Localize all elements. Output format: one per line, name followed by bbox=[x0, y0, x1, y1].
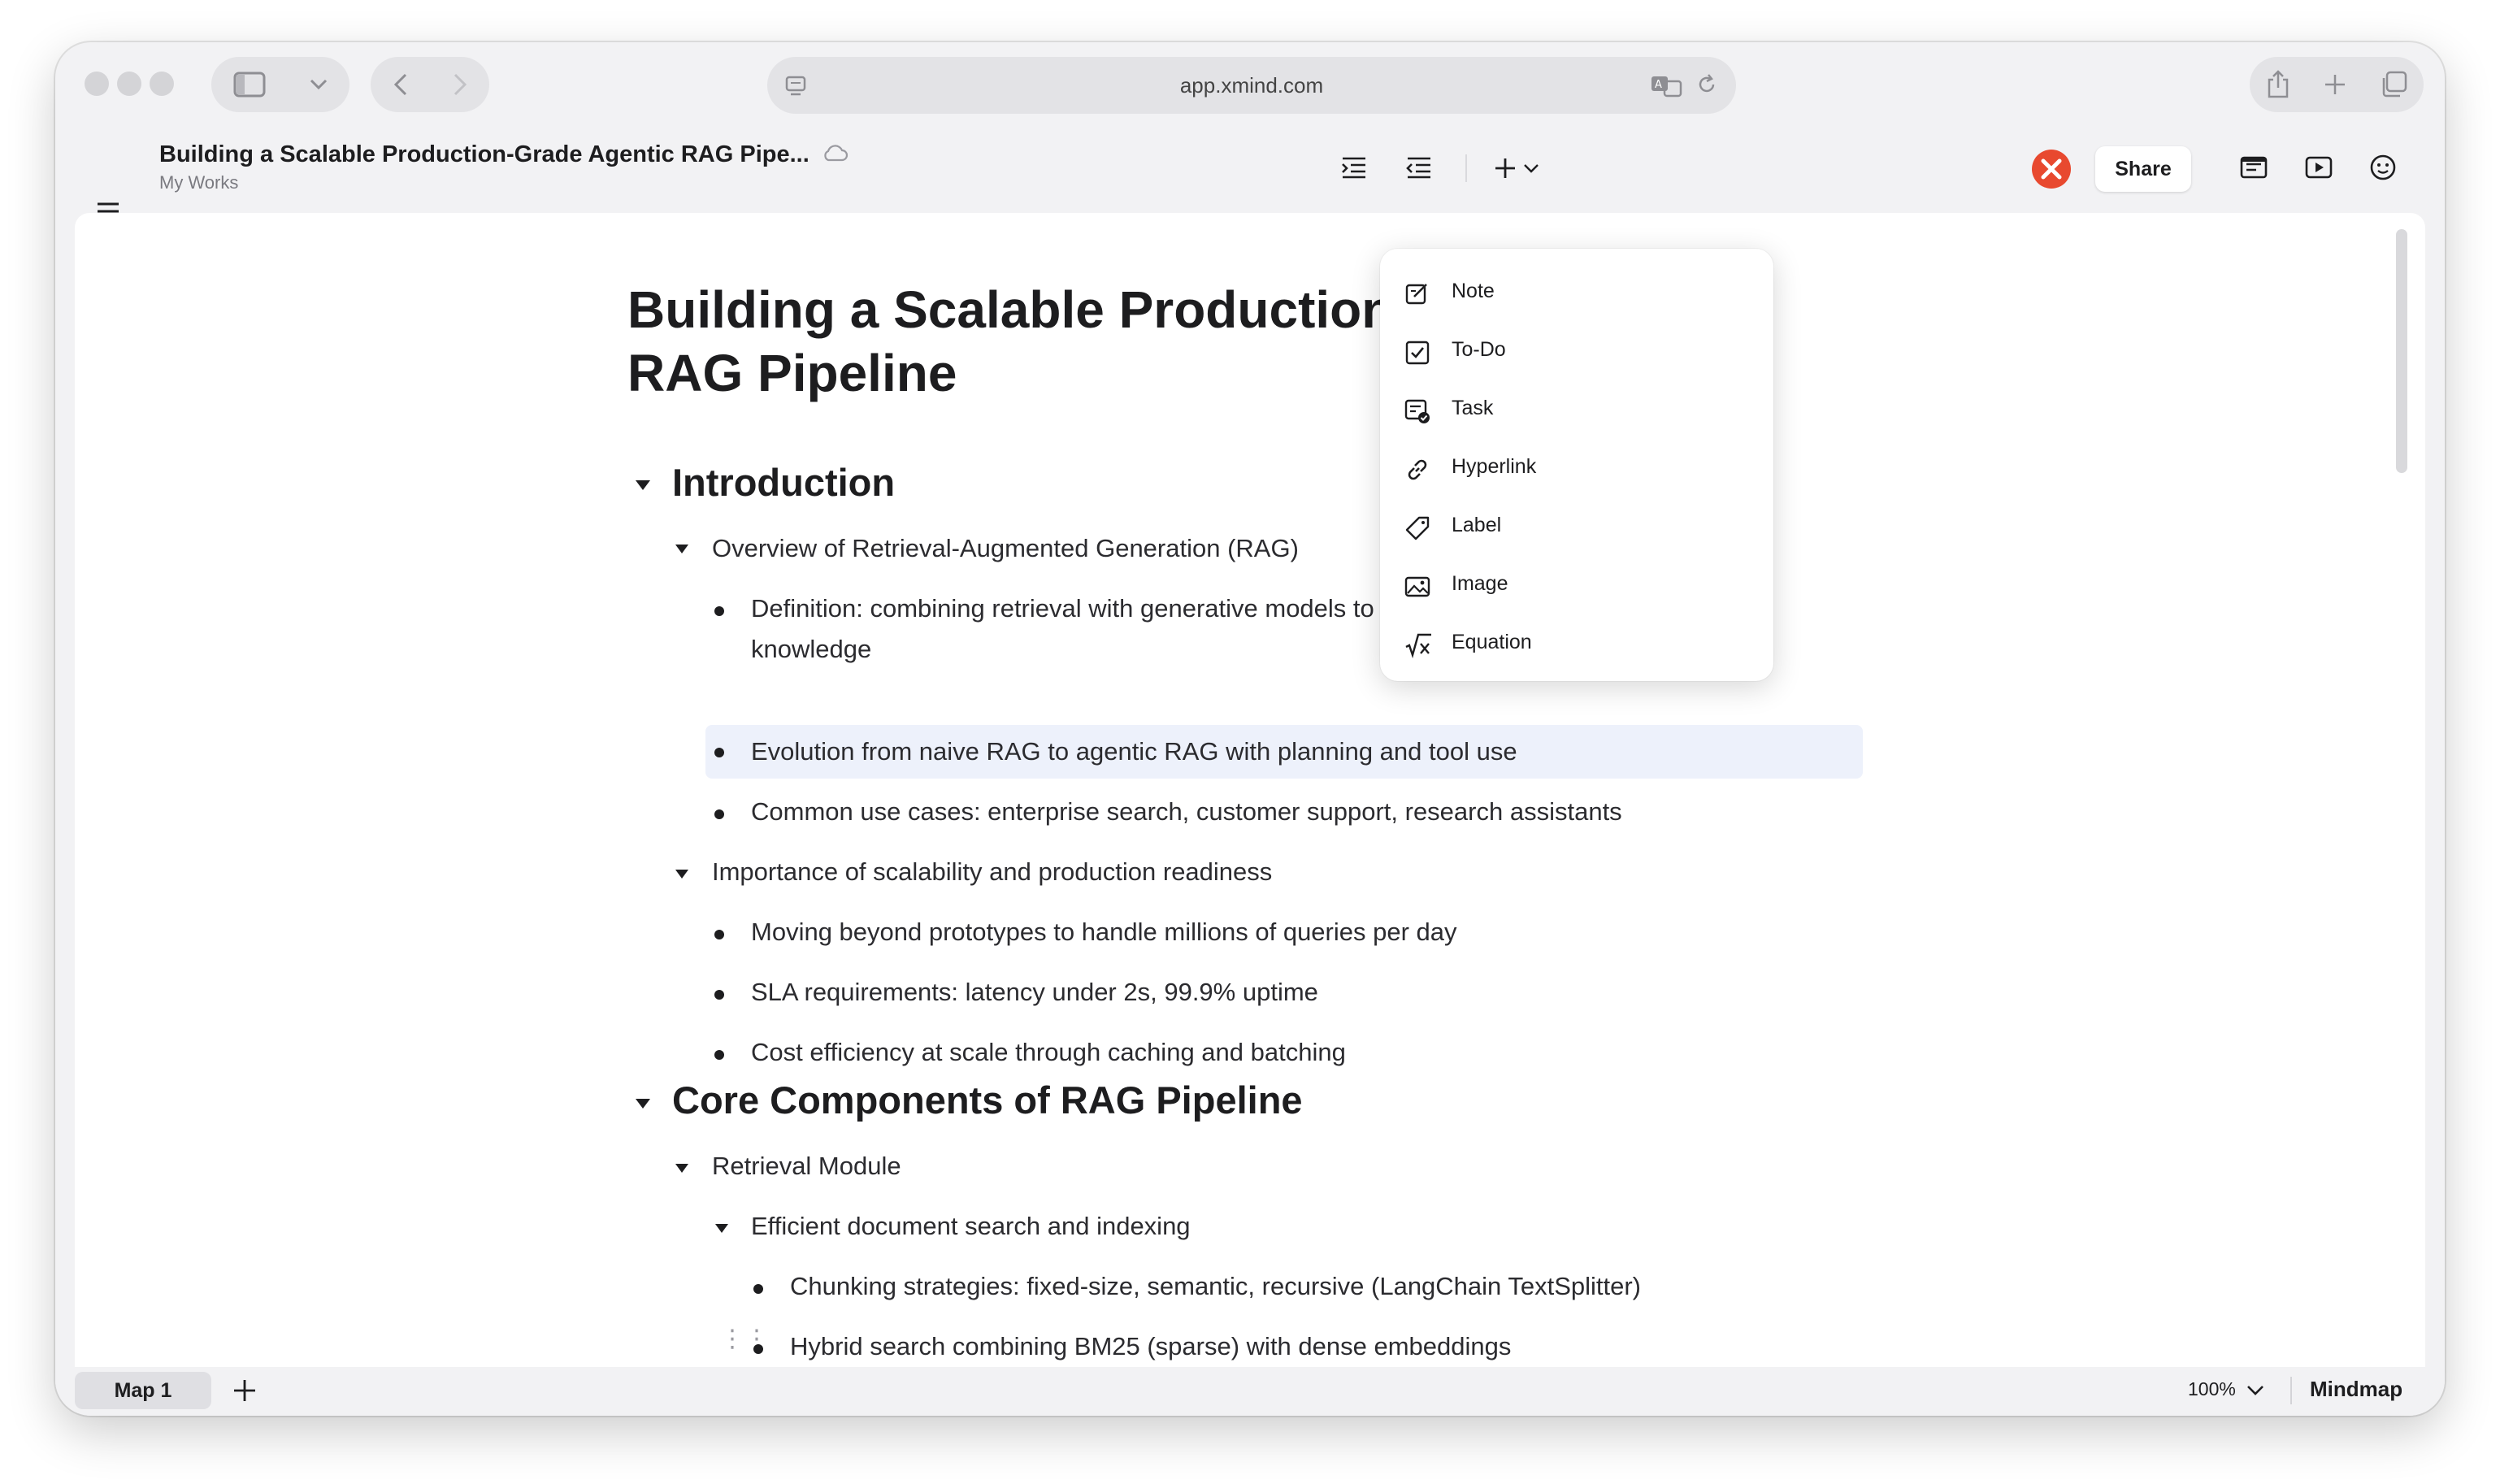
outline-item[interactable]: Moving beyond prototypes to handle milli… bbox=[751, 912, 1457, 952]
zoom-window-button[interactable] bbox=[150, 72, 174, 96]
outline-canvas[interactable]: Building a Scalable Production-Grade Age… bbox=[75, 213, 2425, 1367]
menu-item-label: Image bbox=[1452, 572, 1508, 595]
new-tab-icon[interactable] bbox=[2324, 73, 2346, 96]
outline-item[interactable]: Importance of scalability and production… bbox=[712, 852, 1272, 892]
svg-text:A: A bbox=[1655, 79, 1662, 91]
chevron-down-icon[interactable] bbox=[310, 79, 328, 90]
emoji-feedback-icon[interactable] bbox=[2370, 154, 2396, 180]
outline-item[interactable]: Common use cases: enterprise search, cus… bbox=[751, 792, 1622, 832]
breadcrumb[interactable]: My Works bbox=[159, 172, 238, 193]
translate-icon[interactable]: A bbox=[1650, 73, 1682, 103]
menu-item-label: Equation bbox=[1452, 631, 1532, 653]
address-bar[interactable]: app.xmind.com A bbox=[767, 57, 1736, 114]
footer-divider bbox=[2290, 1377, 2292, 1404]
checkbox-icon bbox=[1404, 340, 1430, 366]
sidebar-toggle-group[interactable] bbox=[211, 57, 349, 112]
menu-item-note[interactable]: Note bbox=[1380, 263, 1773, 322]
outline-item[interactable]: Overview of Retrieval-Augmented Generati… bbox=[712, 528, 1299, 569]
url-text: app.xmind.com bbox=[1179, 72, 1324, 98]
collapse-toggle-icon[interactable] bbox=[675, 545, 688, 553]
bullet-icon bbox=[714, 930, 724, 939]
menu-item-label[interactable]: Label bbox=[1380, 497, 1773, 556]
menu-item-label: Hyperlink bbox=[1452, 455, 1537, 478]
menu-item-todo[interactable]: To-Do bbox=[1380, 322, 1773, 380]
outline-item[interactable]: Evolution from naive RAG to agentic RAG … bbox=[751, 731, 1517, 772]
toolbar-divider bbox=[1465, 154, 1467, 182]
bullet-icon bbox=[714, 606, 724, 616]
reload-icon[interactable] bbox=[1695, 73, 1718, 102]
back-icon[interactable] bbox=[393, 73, 408, 96]
sqrt-icon bbox=[1404, 632, 1431, 659]
menu-item-equation[interactable]: Equation bbox=[1380, 614, 1773, 673]
collapse-toggle-icon[interactable] bbox=[715, 1224, 728, 1233]
collapse-toggle-icon[interactable] bbox=[675, 1164, 688, 1173]
link-icon bbox=[1404, 457, 1430, 483]
add-sheet-icon[interactable] bbox=[232, 1378, 257, 1407]
tab-overview-icon[interactable] bbox=[2380, 71, 2407, 98]
menu-item-task[interactable]: Task bbox=[1380, 380, 1773, 439]
bullet-icon bbox=[753, 1344, 763, 1354]
outline-item[interactable]: Efficient document search and indexing bbox=[751, 1206, 1191, 1247]
page-settings-icon[interactable] bbox=[785, 75, 806, 102]
note-icon bbox=[1404, 281, 1430, 307]
view-mode-toggle[interactable]: Mindmap bbox=[2310, 1377, 2402, 1402]
share-sheet-icon[interactable] bbox=[2266, 70, 2290, 99]
sheet-tab[interactable]: Map 1 bbox=[75, 1372, 211, 1409]
section-heading[interactable]: Core Components of RAG Pipeline bbox=[672, 1078, 1303, 1122]
image-icon bbox=[1404, 574, 1430, 600]
status-bar: Map 1 100% Mindmap bbox=[55, 1367, 2445, 1416]
menu-item-label: To-Do bbox=[1452, 338, 1506, 361]
menu-item-label: Note bbox=[1452, 280, 1495, 302]
outline-view-icon[interactable] bbox=[2240, 156, 2268, 179]
collapse-toggle-icon[interactable] bbox=[675, 870, 688, 879]
forward-icon[interactable] bbox=[453, 73, 467, 96]
browser-window: app.xmind.com A Building a Scalable Prod… bbox=[55, 42, 2445, 1416]
chevron-down-icon[interactable] bbox=[2246, 1385, 2264, 1400]
share-button[interactable]: Share bbox=[2095, 146, 2191, 192]
xmind-logo-icon[interactable] bbox=[2032, 150, 2071, 189]
outline-item-continuation[interactable]: knowledge bbox=[751, 629, 871, 670]
document-title[interactable]: Building a Scalable Production-Grade Age… bbox=[159, 141, 809, 168]
tag-icon bbox=[1404, 515, 1430, 541]
insert-dropdown-menu: Note To-Do Task Hyperlink Label Image Eq… bbox=[1380, 249, 1773, 681]
outdent-icon[interactable] bbox=[1406, 156, 1432, 179]
cloud-sync-icon bbox=[821, 143, 849, 163]
chevron-down-icon bbox=[1524, 164, 1539, 173]
history-nav-group bbox=[371, 57, 489, 112]
bullet-icon bbox=[714, 809, 724, 819]
outline-item[interactable]: Hybrid search combining BM25 (sparse) wi… bbox=[790, 1326, 1511, 1367]
menu-item-image[interactable]: Image bbox=[1380, 556, 1773, 614]
outline-item[interactable]: Cost efficiency at scale through caching… bbox=[751, 1032, 1346, 1073]
sidebar-icon[interactable] bbox=[233, 72, 266, 98]
menu-item-label-text: Label bbox=[1452, 514, 1502, 536]
zoom-level[interactable]: 100% bbox=[2188, 1378, 2236, 1400]
browser-actions-group bbox=[2250, 57, 2424, 112]
collapse-toggle-icon[interactable] bbox=[636, 480, 650, 490]
indent-icon[interactable] bbox=[1341, 156, 1367, 179]
outline-item[interactable]: SLA requirements: latency under 2s, 99.9… bbox=[751, 972, 1318, 1013]
menu-item-label: Task bbox=[1452, 397, 1494, 419]
vertical-scrollbar[interactable] bbox=[2396, 229, 2407, 473]
close-window-button[interactable] bbox=[85, 72, 109, 96]
outline-item[interactable]: Retrieval Module bbox=[712, 1146, 901, 1187]
bullet-icon bbox=[714, 748, 724, 757]
menu-item-hyperlink[interactable]: Hyperlink bbox=[1380, 439, 1773, 497]
bullet-icon bbox=[753, 1284, 763, 1294]
task-icon bbox=[1404, 398, 1430, 424]
outline-item[interactable]: Chunking strategies: fixed-size, semanti… bbox=[790, 1266, 1641, 1307]
insert-menu-button[interactable] bbox=[1495, 156, 1539, 180]
presentation-icon[interactable] bbox=[2305, 156, 2333, 179]
collapse-toggle-icon[interactable] bbox=[636, 1099, 650, 1109]
bullet-icon bbox=[714, 990, 724, 1000]
minimize-window-button[interactable] bbox=[117, 72, 141, 96]
bullet-icon bbox=[714, 1050, 724, 1060]
section-heading[interactable]: Introduction bbox=[672, 460, 895, 505]
